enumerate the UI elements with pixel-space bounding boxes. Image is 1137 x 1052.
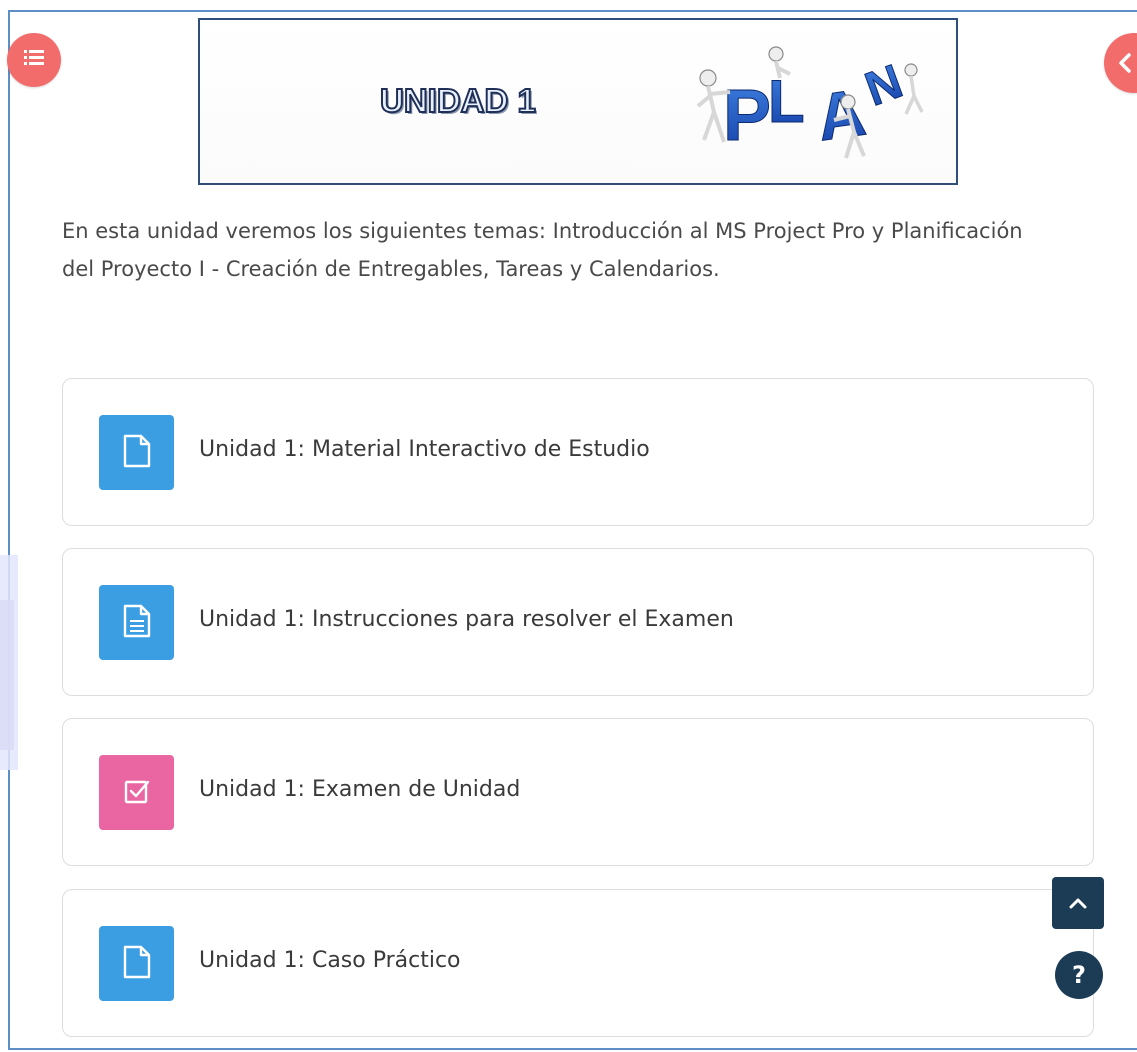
activity-instrucciones[interactable]: Unidad 1: Instrucciones para resolver el…	[62, 548, 1094, 696]
activity-icon-container	[99, 926, 174, 1001]
list-icon	[24, 49, 44, 71]
activity-caso-practico[interactable]: Unidad 1: Caso Práctico	[62, 889, 1094, 1037]
checkbox-icon	[123, 777, 151, 809]
svg-text:A: A	[812, 75, 870, 155]
svg-text:P: P	[723, 76, 771, 156]
help-button[interactable]: ?	[1055, 951, 1103, 999]
unit-description: En esta unidad veremos los siguientes te…	[62, 219, 1023, 281]
svg-text:N: N	[859, 55, 910, 117]
side-decoration-inner	[0, 600, 14, 750]
activity-examen[interactable]: Unidad 1: Examen de Unidad	[62, 718, 1094, 866]
activity-label[interactable]: Unidad 1: Examen de Unidad	[199, 777, 520, 802]
activity-label[interactable]: Unidad 1: Instrucciones para resolver el…	[199, 607, 734, 632]
plan-illustration: P L A N	[696, 46, 924, 159]
activity-label[interactable]: Unidad 1: Material Interactivo de Estudi…	[199, 437, 650, 462]
file-icon	[122, 434, 152, 472]
activity-label[interactable]: Unidad 1: Caso Práctico	[199, 948, 461, 973]
back-to-top-button[interactable]	[1052, 877, 1104, 929]
file-lines-icon	[122, 604, 152, 642]
activity-icon-container	[99, 755, 174, 830]
file-icon	[122, 945, 152, 983]
banner-title: UNIDAD 1	[379, 81, 537, 120]
chevron-up-icon	[1069, 894, 1087, 913]
chevron-left-icon	[1118, 53, 1132, 77]
course-index-button[interactable]	[7, 33, 61, 87]
unit-banner: UNIDAD 1 P L A N	[198, 18, 958, 185]
activity-icon-container	[99, 415, 174, 490]
activity-icon-container	[99, 585, 174, 660]
svg-text:L: L	[768, 68, 805, 135]
activity-material-interactivo[interactable]: Unidad 1: Material Interactivo de Estudi…	[62, 378, 1094, 526]
